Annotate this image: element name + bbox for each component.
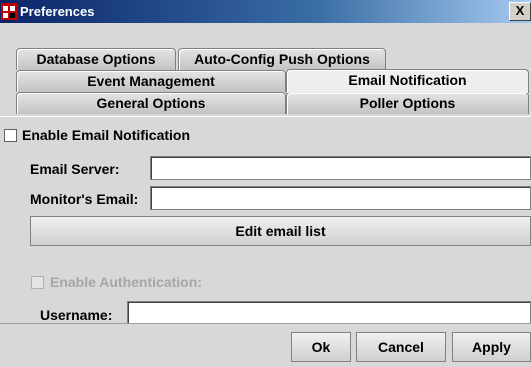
tab-database-options[interactable]: Database Options bbox=[16, 48, 176, 70]
email-server-label: Email Server: bbox=[30, 161, 120, 177]
monitors-email-field[interactable] bbox=[150, 186, 531, 210]
tab-event-management[interactable]: Event Management bbox=[16, 70, 286, 92]
title-bar: Preferences X bbox=[0, 0, 531, 23]
ok-button[interactable]: Ok bbox=[291, 332, 351, 362]
tab-auto-config-push-options[interactable]: Auto-Config Push Options bbox=[178, 48, 386, 70]
email-server-field[interactable] bbox=[150, 156, 531, 180]
app-icon bbox=[1, 3, 18, 20]
tab-divider bbox=[0, 116, 531, 117]
enable-email-checkbox[interactable] bbox=[4, 129, 17, 142]
tab-general-options[interactable]: General Options bbox=[16, 92, 286, 114]
preferences-window: Database Options Auto-Config Push Option… bbox=[0, 23, 531, 366]
tab-poller-options[interactable]: Poller Options bbox=[286, 92, 529, 114]
monitors-email-label: Monitor's Email: bbox=[30, 191, 139, 207]
window-title: Preferences bbox=[20, 4, 95, 19]
username-label: Username: bbox=[40, 307, 113, 323]
username-field[interactable] bbox=[127, 301, 531, 325]
apply-button[interactable]: Apply bbox=[452, 332, 531, 362]
cancel-button[interactable]: Cancel bbox=[356, 332, 446, 362]
tab-email-notification[interactable]: Email Notification bbox=[286, 69, 529, 93]
close-button[interactable]: X bbox=[509, 2, 531, 21]
edit-email-list-button[interactable]: Edit email list bbox=[30, 216, 531, 246]
enable-authentication-checkbox[interactable] bbox=[31, 276, 44, 289]
dialog-button-bar: Ok Cancel Apply bbox=[0, 323, 531, 367]
enable-email-label: Enable Email Notification bbox=[22, 127, 191, 143]
enable-authentication-label: Enable Authentication: bbox=[50, 274, 202, 290]
